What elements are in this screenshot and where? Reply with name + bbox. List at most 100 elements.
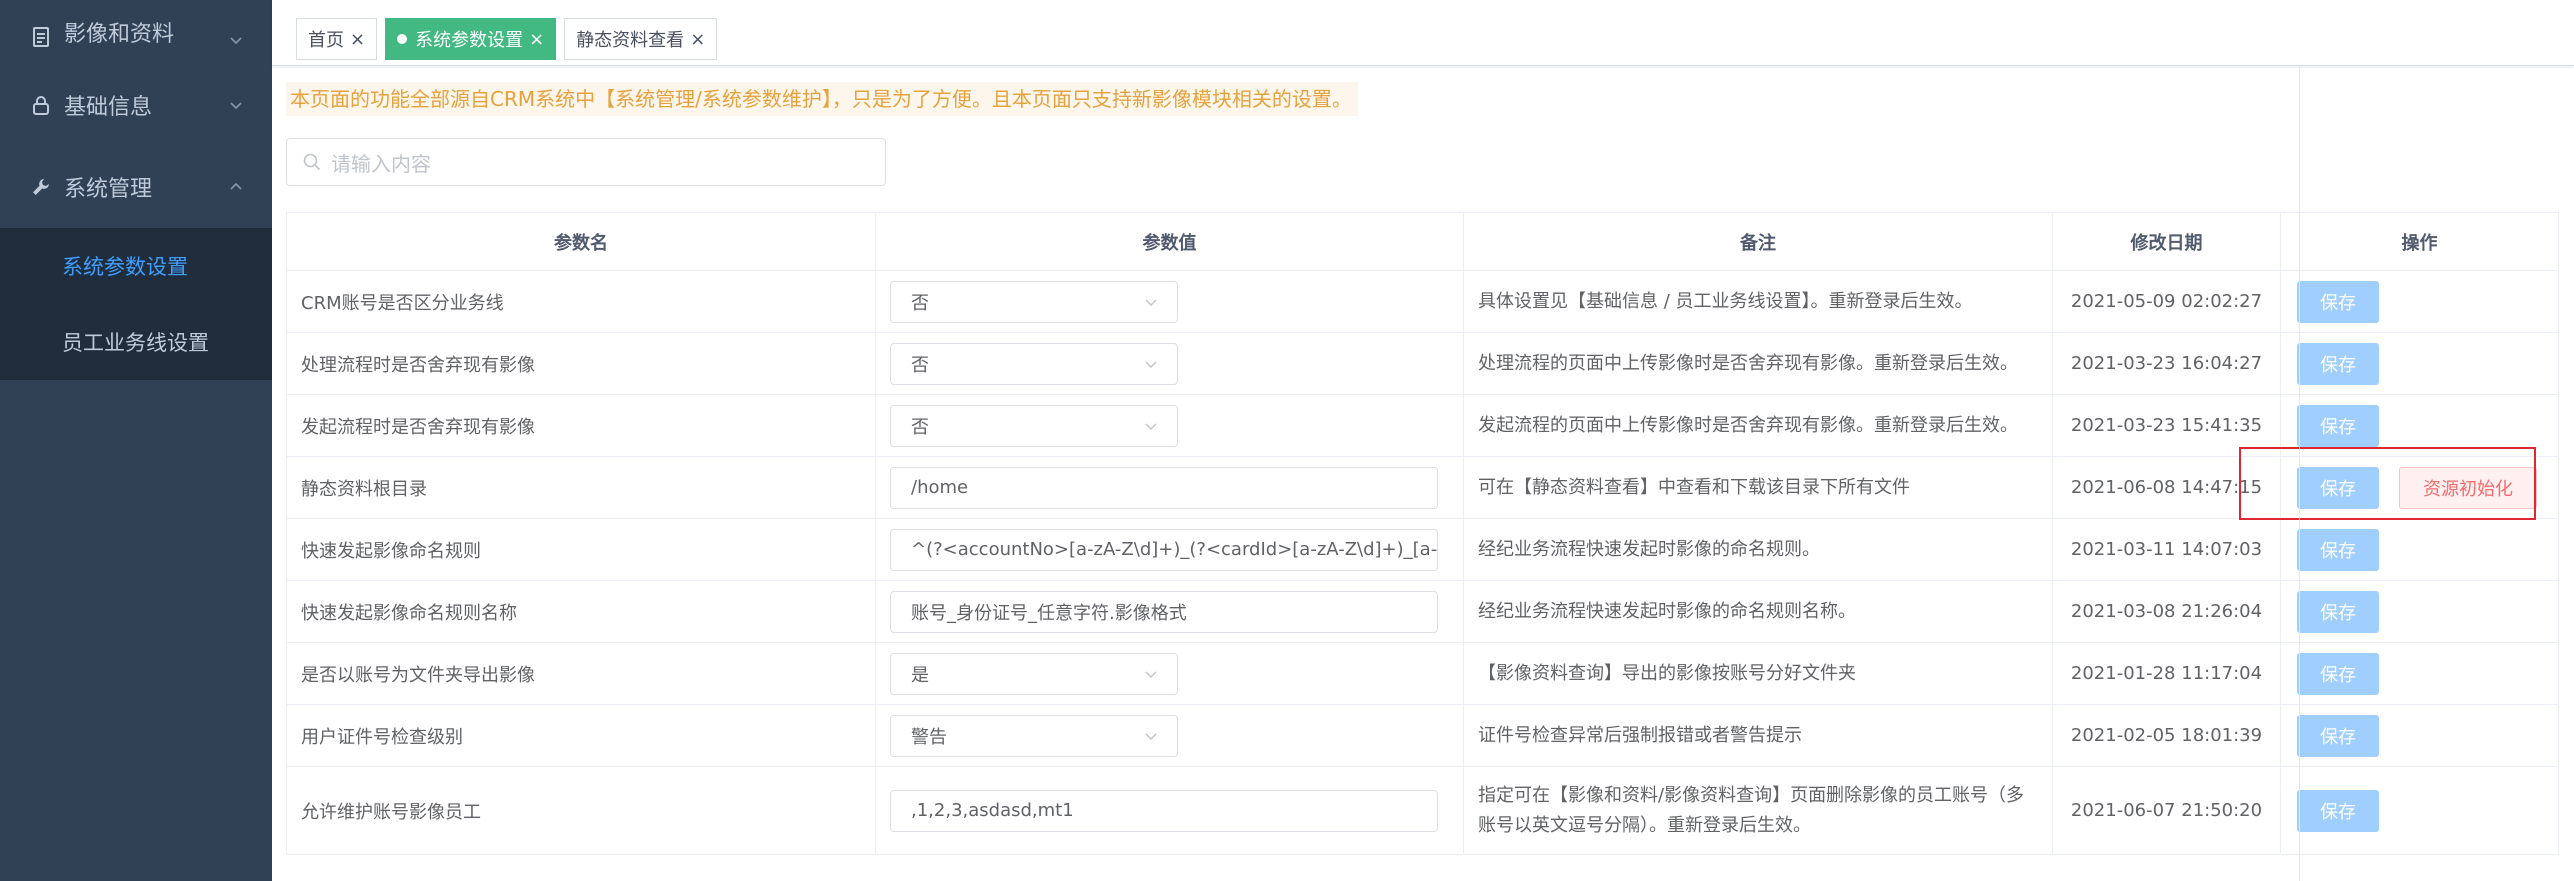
select-value: 是 xyxy=(911,664,929,686)
save-button[interactable]: 保存 xyxy=(2297,590,2379,633)
param-remark: 具体设置见【基础信息 / 员工业务线设置】。重新登录后生效。 xyxy=(1463,270,2053,333)
save-button[interactable]: 保存 xyxy=(2297,789,2379,832)
menu-group-basic-info[interactable]: 基础信息 xyxy=(0,64,272,146)
param-remark: 处理流程的页面中上传影像时是否舍弃现有影像。重新登录后生效。 xyxy=(1463,332,2053,395)
active-dot-icon xyxy=(397,34,408,44)
table-row: 允许维护账号影像员工 ,1,2,3,asdasd,mt1 指定可在【影像和资料/… xyxy=(286,766,2559,855)
param-value-input[interactable]: ,1,2,3,asdasd,mt1 xyxy=(890,789,1438,832)
remark-line: 账号以英文逗号分隔）。重新登录后生效。 xyxy=(1478,814,1811,836)
resource-init-button[interactable]: 资源初始化 xyxy=(2399,466,2537,509)
chevron-up-icon xyxy=(228,179,244,195)
save-button[interactable]: 保存 xyxy=(2297,342,2379,385)
tab-home[interactable]: 首页 × xyxy=(296,18,378,60)
menu-group-images[interactable]: 影像和资料 xyxy=(0,0,272,64)
chevron-down-icon xyxy=(1143,356,1159,372)
param-value-cell: 否 xyxy=(875,332,1464,395)
select-value: 否 xyxy=(911,354,929,376)
actions-cell: 保存 资源初始化 xyxy=(2280,456,2559,519)
param-value-select[interactable]: 否 xyxy=(890,404,1178,447)
save-button[interactable]: 保存 xyxy=(2297,404,2379,447)
wrench-icon xyxy=(30,176,52,198)
param-date: 2021-02-05 18:01:39 xyxy=(2052,704,2281,767)
param-value-select[interactable]: 是 xyxy=(890,652,1178,695)
actions-cell: 保存 xyxy=(2280,394,2559,457)
menu-group-label: 系统管理 xyxy=(64,177,153,202)
menu-group-system[interactable]: 系统管理 xyxy=(0,146,272,228)
tab-label: 首页 xyxy=(308,30,344,51)
notice-banner: 本页面的功能全部源自CRM系统中【系统管理/系统参数维护】，只是为了方便。且本页… xyxy=(286,82,1358,116)
close-icon[interactable]: × xyxy=(529,29,544,50)
header-remark: 备注 xyxy=(1463,212,2053,271)
save-button[interactable]: 保存 xyxy=(2297,280,2379,323)
tags-view: 首页 × 系统参数设置 × 静态资料查看 × xyxy=(272,0,2574,66)
param-date: 2021-03-23 15:41:35 xyxy=(2052,394,2281,457)
tab-system-params[interactable]: 系统参数设置 × xyxy=(385,18,557,60)
select-value: 警告 xyxy=(911,726,947,748)
param-value-select[interactable]: 警告 xyxy=(890,714,1178,757)
sidebar-item-employee-business-line[interactable]: 员工业务线设置 xyxy=(0,304,272,380)
main-area: 首页 × 系统参数设置 × 静态资料查看 × 本页面的功能全部源自CRM系统中【… xyxy=(272,0,2574,881)
param-date: 2021-05-09 02:02:27 xyxy=(2052,270,2281,333)
param-remark: 发起流程的页面中上传影像时是否舍弃现有影像。重新登录后生效。 xyxy=(1463,394,2053,457)
param-name: 允许维护账号影像员工 xyxy=(286,766,876,855)
param-name: 快速发起影像命名规则 xyxy=(286,518,876,581)
save-button[interactable]: 保存 xyxy=(2297,466,2379,509)
tab-label: 系统参数设置 xyxy=(415,30,524,51)
tab-static-files[interactable]: 静态资料查看 × xyxy=(564,18,718,60)
param-date: 2021-06-07 21:50:20 xyxy=(2052,766,2281,855)
save-button[interactable]: 保存 xyxy=(2297,652,2379,695)
table-header-row: 参数名 参数值 备注 修改日期 操作 xyxy=(286,212,2559,271)
chevron-down-icon xyxy=(228,97,244,113)
actions-cell: 保存 xyxy=(2280,704,2559,767)
param-name: 是否以账号为文件夹导出影像 xyxy=(286,642,876,705)
param-value-cell: /home xyxy=(875,456,1464,519)
search-placeholder: 请输入内容 xyxy=(331,151,431,176)
actions-cell: 保存 xyxy=(2280,332,2559,395)
param-remark: 证件号检查异常后强制报错或者警告提示 xyxy=(1463,704,2053,767)
app-root: 影像和资料 基础信息 系统管理 系统参数设置 员工业务线设置 首页 × 系统参数… xyxy=(0,0,2574,881)
param-value-input[interactable]: ^(?<accountNo>[a-zA-Z\d]+)_(?<cardId>[a-… xyxy=(890,528,1438,571)
chevron-down-icon xyxy=(1143,418,1159,434)
param-value-cell: 是 xyxy=(875,642,1464,705)
param-name: 处理流程时是否舍弃现有影像 xyxy=(286,332,876,395)
close-icon[interactable]: × xyxy=(350,29,365,50)
param-value-select[interactable]: 否 xyxy=(890,342,1178,385)
chevron-down-icon xyxy=(1143,728,1159,744)
param-date: 2021-06-08 14:47:15 xyxy=(2052,456,2281,519)
actions-cell: 保存 xyxy=(2280,642,2559,705)
submenu-system: 系统参数设置 员工业务线设置 xyxy=(0,228,272,380)
save-button[interactable]: 保存 xyxy=(2297,528,2379,571)
document-icon xyxy=(30,26,52,48)
param-remark: 经纪业务流程快速发起时影像的命名规则名称。 xyxy=(1463,580,2053,643)
menu-group-label: 基础信息 xyxy=(64,95,153,120)
table-row: 发起流程时是否舍弃现有影像 否 发起流程的页面中上传影像时是否舍弃现有影像。重新… xyxy=(286,394,2559,457)
save-button[interactable]: 保存 xyxy=(2297,714,2379,757)
param-date: 2021-03-11 14:07:03 xyxy=(2052,518,2281,581)
param-name: 快速发起影像命名规则名称 xyxy=(286,580,876,643)
table-row: 处理流程时是否舍弃现有影像 否 处理流程的页面中上传影像时是否舍弃现有影像。重新… xyxy=(286,332,2559,395)
sidebar: 影像和资料 基础信息 系统管理 系统参数设置 员工业务线设置 xyxy=(0,0,272,881)
content-right-border xyxy=(2299,66,2300,881)
param-name: 用户证件号检查级别 xyxy=(286,704,876,767)
menu-group-label: 影像和资料 xyxy=(64,22,175,47)
table-row: 静态资料根目录 /home 可在【静态资料查看】中查看和下载该目录下所有文件 2… xyxy=(286,456,2559,519)
chevron-down-icon xyxy=(1143,666,1159,682)
param-value-cell: 否 xyxy=(875,270,1464,333)
tab-label: 静态资料查看 xyxy=(576,30,685,51)
header-param-name: 参数名 xyxy=(286,212,876,271)
param-value-cell: 否 xyxy=(875,394,1464,457)
search-input[interactable]: 请输入内容 xyxy=(286,138,886,186)
close-icon[interactable]: × xyxy=(690,29,705,50)
chevron-down-icon xyxy=(1143,294,1159,310)
chevron-down-icon xyxy=(228,32,244,48)
param-value-input[interactable]: /home xyxy=(890,466,1438,509)
param-value-cell: ^(?<accountNo>[a-zA-Z\d]+)_(?<cardId>[a-… xyxy=(875,518,1464,581)
actions-cell: 保存 xyxy=(2280,580,2559,643)
select-value: 否 xyxy=(911,292,929,314)
header-modified-date: 修改日期 xyxy=(2052,212,2281,271)
param-value-select[interactable]: 否 xyxy=(890,280,1178,323)
table-row: 快速发起影像命名规则名称 账号_身份证号_任意字符.影像格式 经纪业务流程快速发… xyxy=(286,580,2559,643)
param-date: 2021-03-08 21:26:04 xyxy=(2052,580,2281,643)
sidebar-item-system-params[interactable]: 系统参数设置 xyxy=(0,228,272,304)
param-value-input[interactable]: 账号_身份证号_任意字符.影像格式 xyxy=(890,590,1438,633)
